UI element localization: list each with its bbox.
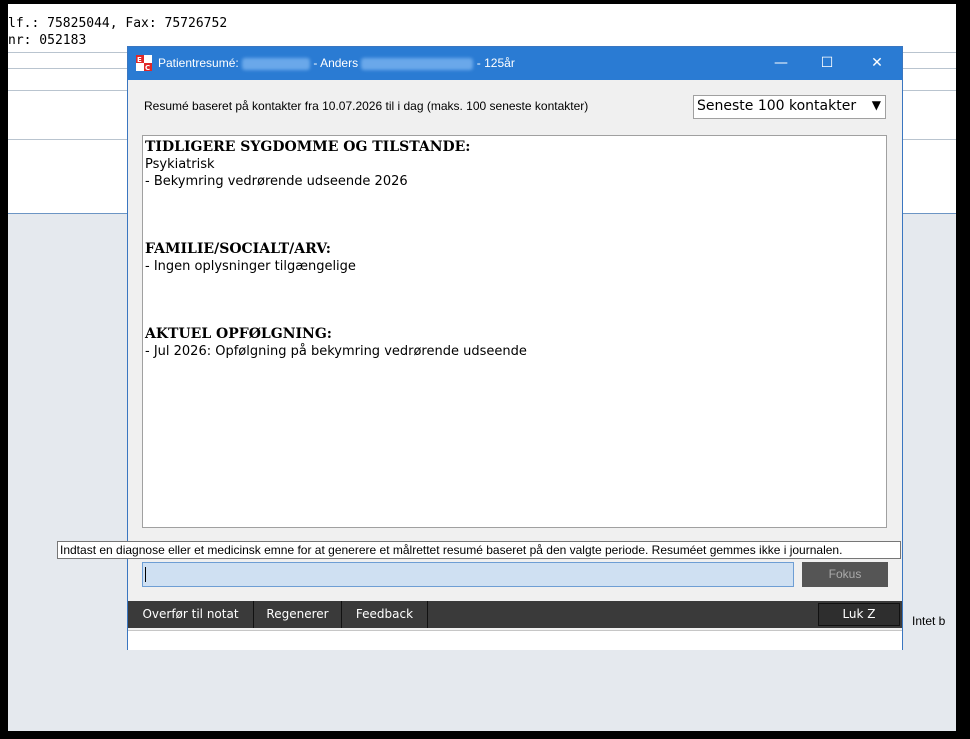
summary-line: - Bekymring vedrørende udseende 2026: [145, 174, 408, 189]
maximize-button[interactable]: ☐: [804, 47, 850, 80]
chevron-down-icon: ▼: [871, 98, 881, 112]
focus-button[interactable]: Fokus: [802, 562, 888, 587]
minimize-button[interactable]: —: [758, 47, 804, 80]
section-heading: FAMILIE/SOCIALT/ARV:: [145, 241, 331, 257]
dialog-status-strip: [128, 630, 902, 650]
period-dropdown[interactable]: Seneste 100 kontakter ▼: [693, 95, 886, 119]
focus-input-tooltip: Indtast en diagnose eller et medicinsk e…: [57, 541, 901, 559]
dialog-title-prefix: Patientresumé:: [158, 56, 239, 70]
regenerate-button[interactable]: Regenerer: [254, 601, 342, 628]
dialog-titlebar[interactable]: E C Patientresumé: - Anders - 125år — ☐ …: [128, 47, 902, 80]
patient-summary-dialog: E C Patientresumé: - Anders - 125år — ☐ …: [127, 46, 903, 650]
summary-line: - Jul 2026: Opfølgning på bekymring vedr…: [145, 344, 527, 359]
period-dropdown-value: Seneste 100 kontakter: [697, 98, 857, 114]
redacted-surname: [361, 57, 474, 70]
svg-text:C: C: [145, 64, 150, 71]
dialog-title: Patientresumé: - Anders - 125år: [158, 56, 515, 70]
background-phone-line: lf.: 75825044, Fax: 75726752: [8, 16, 228, 31]
text-caret: [145, 567, 146, 582]
dialog-title-age: - 125år: [476, 56, 515, 70]
section-heading: TIDLIGERE SYGDOMME OG TILSTANDE:: [145, 139, 471, 155]
dialog-title-name: - Anders: [313, 56, 359, 70]
background-status-text: Intet b: [912, 614, 946, 628]
redacted-cpr: [242, 57, 311, 70]
summary-line: - Ingen oplysninger tilgængelige: [145, 259, 356, 274]
feedback-button[interactable]: Feedback: [342, 601, 428, 628]
focus-topic-input[interactable]: [142, 562, 794, 587]
svg-text:E: E: [137, 56, 142, 64]
close-window-button[interactable]: ✕: [854, 47, 900, 80]
transfer-to-note-button[interactable]: Overfør til notat: [128, 601, 254, 628]
app-logo-icon: E C: [136, 55, 152, 71]
background-number-line: nr: 052183: [8, 33, 87, 48]
summary-line: Psykiatrisk: [145, 157, 215, 172]
close-button[interactable]: Luk Z: [818, 603, 900, 626]
section-heading: AKTUEL OPFØLGNING:: [145, 326, 332, 342]
summary-text-area[interactable]: TIDLIGERE SYGDOMME OG TILSTANDE: Psykiat…: [142, 135, 887, 528]
period-description: Resumé baseret på kontakter fra 10.07.20…: [144, 99, 589, 113]
action-bar: Overfør til notat Regenerer Feedback Luk…: [128, 601, 902, 628]
